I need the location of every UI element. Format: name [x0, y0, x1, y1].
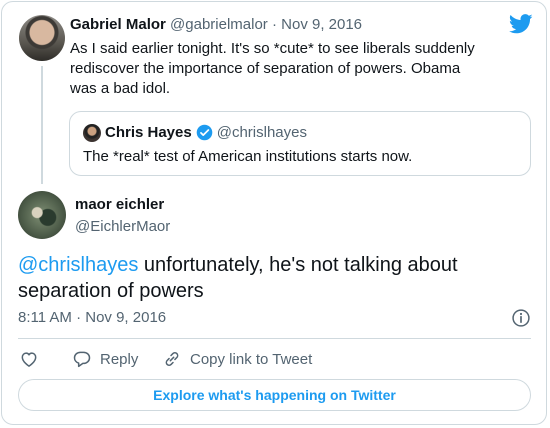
- quoted-author-name: Chris Hayes: [105, 124, 192, 141]
- parent-author-name[interactable]: Gabriel Malor: [70, 16, 166, 33]
- quoted-author-handle: @chrislhayes: [216, 124, 307, 141]
- thread-connector-line: [41, 66, 43, 184]
- mention-link[interactable]: @chrislhayes: [18, 254, 138, 276]
- reply-button[interactable]: Reply: [72, 349, 138, 369]
- main-tweet-text: @chrislhayes unfortunately, he's not tal…: [18, 252, 528, 304]
- quoted-tweet[interactable]: [69, 111, 531, 176]
- parent-tweet-text: As I said earlier tonight. It's so *cute…: [70, 40, 475, 97]
- quoted-tweet-text: The *real* test of American institutions…: [83, 148, 413, 165]
- avatar-gabriel-malor[interactable]: [19, 15, 65, 61]
- reply-bubble-icon: [73, 351, 91, 368]
- heart-icon: [21, 352, 37, 367]
- copy-link-button[interactable]: Copy link to Tweet: [162, 349, 312, 369]
- twitter-bird-icon[interactable]: [509, 14, 533, 34]
- parent-tweet-header: Gabriel Malor @gabrielmalor · Nov 9, 201…: [70, 16, 362, 33]
- explore-twitter-button[interactable]: Explore what's happening on Twitter: [18, 379, 531, 411]
- action-divider: [18, 338, 531, 339]
- copy-link-label: Copy link to Tweet: [190, 350, 313, 368]
- reply-label: Reply: [100, 350, 139, 368]
- like-button[interactable]: [19, 349, 39, 369]
- separator-dot: ·: [271, 16, 277, 33]
- parent-tweet-date[interactable]: Nov 9, 2016: [281, 16, 362, 33]
- info-icon[interactable]: [511, 308, 531, 328]
- avatar-maor-eichler[interactable]: [18, 191, 66, 239]
- quoted-tweet-header: Chris Hayes @chrislhayes: [105, 124, 307, 141]
- avatar-chris-hayes: [83, 124, 101, 142]
- parent-author-handle[interactable]: @gabrielmalor: [170, 16, 268, 33]
- main-author-handle[interactable]: @EichlerMaor: [75, 218, 170, 235]
- verified-badge-icon: [196, 124, 213, 141]
- link-icon: [165, 352, 179, 366]
- tweet-timestamp[interactable]: 8:11 AM · Nov 9, 2016: [18, 309, 166, 326]
- main-author-name[interactable]: maor eichler: [75, 196, 164, 213]
